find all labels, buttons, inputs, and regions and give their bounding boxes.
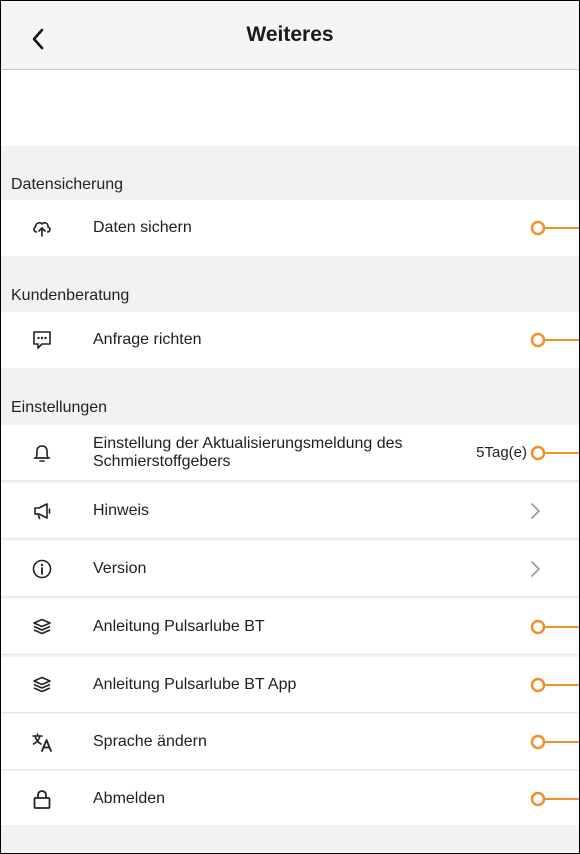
toggle-switch[interactable]: [528, 332, 579, 348]
page-title: Weiteres: [246, 23, 334, 46]
lock-icon: [31, 788, 53, 810]
toggle-switch[interactable]: [528, 677, 579, 693]
bell-icon: [31, 442, 53, 464]
row-update-notification[interactable]: Einstellung der Aktualisierungsmeldung d…: [1, 425, 579, 481]
row-label: Anleitung Pulsarlube BT: [93, 618, 265, 635]
row-hinweis[interactable]: Hinweis: [1, 483, 579, 539]
cloud-upload-icon: [31, 217, 53, 239]
layers-icon: [31, 674, 53, 696]
row-change-language[interactable]: Sprache ändern: [1, 714, 579, 770]
row-label: Daten sichern: [93, 219, 192, 236]
chevron-right-icon: [531, 503, 540, 519]
row-label: Einstellung der Aktualisierungsmeldung d…: [93, 435, 403, 470]
chevron-right-icon: [531, 561, 540, 577]
row-logout[interactable]: Abmelden: [1, 771, 579, 827]
row-manual-app[interactable]: Anleitung Pulsarlube BT App: [1, 657, 579, 713]
row-version[interactable]: Version: [1, 541, 579, 597]
toggle-switch[interactable]: [528, 619, 579, 635]
row-label: Version: [93, 560, 147, 577]
megaphone-icon: [31, 500, 53, 522]
empty-banner-area: [1, 70, 579, 146]
layers-icon: [31, 616, 53, 638]
toggle-switch[interactable]: [528, 220, 579, 236]
toggle-switch[interactable]: [528, 734, 579, 750]
row-anfrage-richten[interactable]: Anfrage richten: [1, 312, 579, 368]
row-label: Hinweis: [93, 502, 150, 519]
reminder-days-value: 5Tag(e): [476, 444, 527, 461]
row-manual-device[interactable]: Anleitung Pulsarlube BT: [1, 599, 579, 655]
row-label: Abmelden: [93, 790, 166, 807]
section-label-einstellungen: Einstellungen: [11, 399, 108, 416]
row-label: Anleitung Pulsarlube BT App: [93, 676, 297, 693]
toggle-switch[interactable]: [528, 791, 579, 807]
info-icon: [31, 558, 53, 580]
toggle-switch[interactable]: [528, 445, 579, 461]
section-label-kundenberatung: Kundenberatung: [11, 287, 130, 304]
screen: Weiteres Datensicherung Daten sichern Ku…: [0, 0, 580, 854]
row-daten-sichern[interactable]: Daten sichern: [1, 200, 579, 256]
section-label-datensicherung: Datensicherung: [11, 176, 124, 193]
row-label: Anfrage richten: [93, 331, 202, 348]
chat-icon: [31, 329, 53, 351]
nav-bar: Weiteres: [1, 1, 579, 70]
row-label: Sprache ändern: [93, 733, 207, 750]
bottom-spacer: [1, 825, 579, 853]
translate-icon: [31, 731, 53, 753]
